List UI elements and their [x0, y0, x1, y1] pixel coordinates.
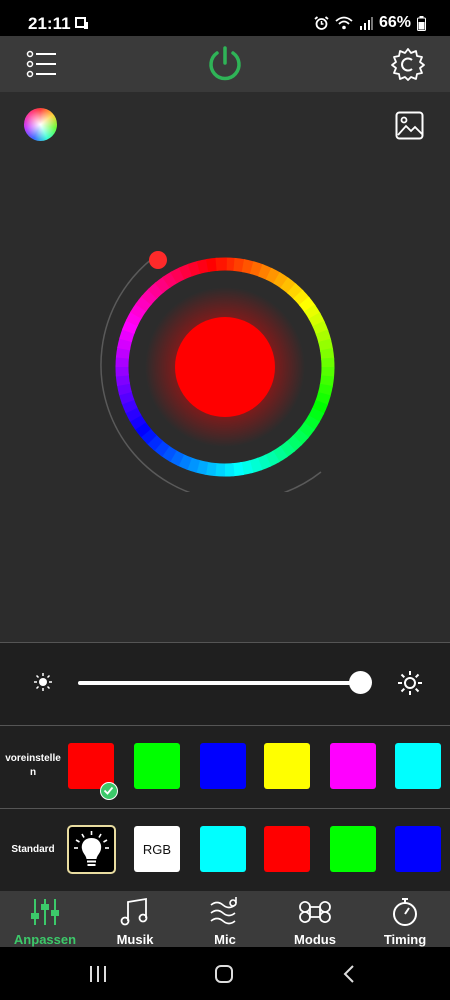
brightness-row	[0, 643, 450, 725]
color-palette-icon[interactable]	[24, 108, 57, 141]
preset-color-swatch[interactable]	[395, 743, 441, 789]
hue-handle[interactable]	[149, 251, 167, 269]
notification-icon	[75, 17, 88, 29]
standard-row: Standard RGB	[0, 809, 450, 891]
microphone-wave-icon	[210, 897, 237, 925]
brightness-slider-thumb[interactable]	[349, 671, 372, 694]
home-icon[interactable]	[214, 964, 234, 984]
tab-label: Musik	[116, 932, 154, 947]
stopwatch-icon	[393, 898, 417, 926]
standard-color-swatch[interactable]	[264, 826, 310, 872]
selected-check-icon	[100, 782, 118, 800]
tab-label: Modus	[294, 932, 336, 947]
tab-musik[interactable]: Musik	[90, 891, 180, 947]
standard-label: Standard	[11, 844, 55, 855]
menu-list-icon[interactable]	[26, 48, 58, 80]
rgb-button[interactable]: RGB	[134, 826, 180, 872]
sun-high-icon	[398, 671, 422, 695]
white-bulb-button[interactable]	[67, 825, 116, 874]
settings-gear-icon[interactable]	[390, 46, 426, 82]
power-icon[interactable]	[205, 44, 245, 84]
tab-label: Timing	[383, 932, 427, 947]
standard-color-swatch[interactable]	[395, 826, 441, 872]
battery-icon	[417, 15, 426, 31]
presets-row: voreinstellen	[0, 726, 450, 808]
music-note-icon	[120, 897, 148, 926]
system-nav-bar	[0, 947, 450, 1000]
back-icon[interactable]	[342, 964, 356, 984]
status-time: 21:11	[28, 14, 71, 33]
sliders-icon	[31, 899, 59, 925]
standard-color-swatch[interactable]	[200, 826, 246, 872]
image-icon[interactable]	[395, 111, 424, 140]
preset-color-swatch[interactable]	[264, 743, 310, 789]
tab-modus[interactable]: Modus	[270, 891, 360, 947]
tab-timing[interactable]: Timing	[360, 891, 450, 947]
top-bar	[0, 36, 450, 92]
color-picker-area	[0, 92, 450, 642]
presets-label: voreinstellen	[5, 753, 61, 778]
recent-apps-icon[interactable]	[88, 965, 108, 983]
alarm-icon	[314, 15, 329, 30]
lightbulb-icon	[74, 831, 109, 866]
color-wheel[interactable]	[95, 242, 345, 492]
preset-color-swatch[interactable]	[200, 743, 246, 789]
brightness-slider[interactable]	[78, 681, 360, 685]
status-bar: 21:11 66%	[0, 0, 450, 36]
battery-percent: 66%	[378, 14, 411, 31]
tab-anpassen[interactable]: Anpassen	[0, 891, 90, 947]
command-icon	[299, 901, 331, 923]
sun-low-icon	[34, 673, 52, 691]
preset-color-swatch[interactable]	[134, 743, 180, 789]
preset-color-swatch[interactable]	[330, 743, 376, 789]
bottom-tab-bar: Anpassen Musik Mic Modus Timing	[0, 891, 450, 947]
tab-label: Anpassen	[13, 932, 77, 947]
wifi-icon	[335, 16, 353, 30]
status-right: 66%	[314, 14, 426, 32]
tab-mic[interactable]: Mic	[180, 891, 270, 947]
tab-label: Mic	[214, 932, 236, 947]
selected-color-circle	[175, 317, 275, 417]
signal-icon	[359, 17, 373, 30]
standard-color-swatch[interactable]	[330, 826, 376, 872]
